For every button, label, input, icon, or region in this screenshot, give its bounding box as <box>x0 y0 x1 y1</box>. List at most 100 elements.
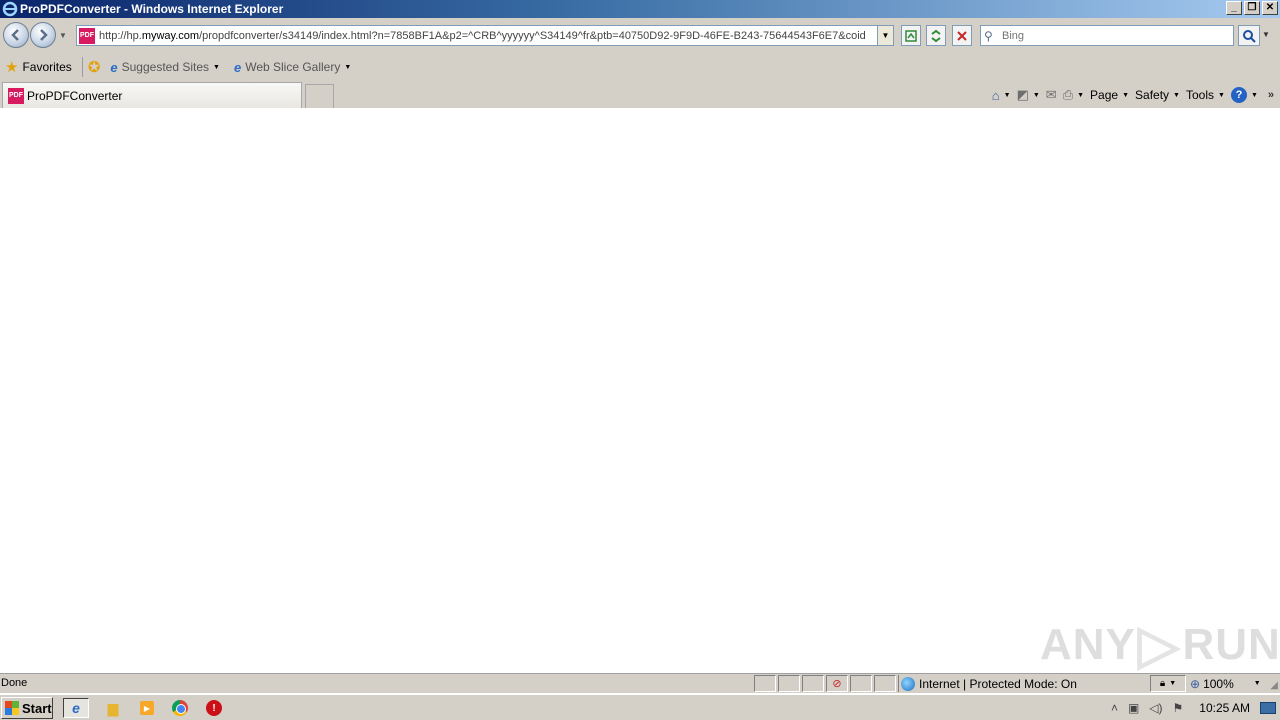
search-icon <box>1243 29 1256 43</box>
page-menu-label: Page <box>1090 88 1119 102</box>
address-dropdown-button[interactable]: ▼ <box>877 26 893 45</box>
tab-bar: PDF ProPDFConverter ⌂ ▼ ◩ ▼ ✉ ⎙ ▼ Page ▼ Saf… <box>0 82 1280 108</box>
chevron-down-icon: ▼ <box>1173 91 1180 99</box>
refresh-icon <box>931 29 941 42</box>
read-mail-button[interactable]: ✉ <box>1046 87 1057 103</box>
chevron-down-icon: ▼ <box>1169 680 1177 687</box>
status-cell <box>754 675 776 692</box>
search-input[interactable] <box>1002 26 1233 45</box>
favorites-label: Favorites <box>22 60 72 74</box>
taskbar: Start e ▆ ▶ ! ˄ ▣ ◁) ⚑ 10:25 AM <box>0 694 1280 720</box>
watermark-left-text: ANY <box>1040 619 1136 669</box>
taskbar-internet-explorer[interactable]: e <box>63 698 89 718</box>
taskbar-chrome[interactable] <box>167 698 193 718</box>
window-title: ProPDFConverter - Windows Internet Explo… <box>20 2 284 16</box>
web-slice-gallery-link[interactable]: e Web Slice Gallery ▼ <box>234 60 351 75</box>
status-cell <box>778 675 800 692</box>
forward-arrow-icon <box>40 29 48 41</box>
security-zone[interactable]: Internet | Protected Mode: On <box>898 675 1148 692</box>
chevron-down-icon: ▼ <box>344 63 352 71</box>
browser-chrome: ▼ PDF http://hp.myway.com/propdfconverte… <box>0 18 1280 108</box>
minimize-button[interactable]: _ <box>1226 1 1242 15</box>
favorites-bar: ★ Favorites ✪ e Suggested Sites ▼ e Web … <box>0 54 1280 80</box>
url-path: /propdfconverter/s34149/index.html?n=785… <box>199 29 866 42</box>
search-button[interactable] <box>1238 25 1260 46</box>
chrome-icon <box>172 700 188 716</box>
zoom-text: 100% <box>1203 676 1234 691</box>
taskbar-file-explorer[interactable]: ▆ <box>100 698 126 718</box>
watermark-play-icon: ▷ <box>1137 615 1181 675</box>
close-button[interactable]: ✕ <box>1262 1 1278 15</box>
more-commands-chevron-icon[interactable]: » <box>1268 89 1274 101</box>
suggested-sites-link[interactable]: e Suggested Sites ▼ <box>110 60 220 75</box>
status-cell <box>874 675 896 692</box>
page-menu[interactable]: Page ▼ <box>1090 88 1129 102</box>
back-button[interactable] <box>3 22 29 48</box>
print-button[interactable]: ⎙ ▼ <box>1063 87 1084 103</box>
rss-feed-icon: ◩ <box>1016 87 1029 102</box>
help-button[interactable]: ? ▼ <box>1230 87 1258 103</box>
recent-pages-dropdown[interactable]: ▼ <box>59 31 69 41</box>
action-center-flag-icon[interactable]: ⚑ <box>1173 701 1184 715</box>
tab-label: ProPDFConverter <box>27 88 123 103</box>
start-button[interactable]: Start <box>1 697 53 719</box>
compatibility-view-icon <box>905 29 917 42</box>
popup-blocker-icon[interactable]: ⊘ <box>826 675 848 692</box>
system-tray: ˄ ▣ ◁) ⚑ 10:25 AM <box>1111 697 1280 719</box>
volume-icon[interactable]: ◁) <box>1149 701 1162 715</box>
address-bar[interactable]: PDF http://hp.myway.com/propdfconverter/… <box>76 25 894 46</box>
search-options-dropdown[interactable]: ▼ <box>1262 30 1270 39</box>
protected-mode-button[interactable]: 🔒︎ ▼ <box>1150 675 1186 692</box>
tools-menu[interactable]: Tools ▼ <box>1186 88 1225 102</box>
windows-logo-icon <box>5 701 19 715</box>
feeds-button[interactable]: ◩ ▼ <box>1017 87 1040 103</box>
safety-menu[interactable]: Safety ▼ <box>1135 88 1180 102</box>
zone-text: Internet | Protected Mode: On <box>919 676 1077 691</box>
tab-propdfconverter[interactable]: PDF ProPDFConverter <box>2 82 302 108</box>
add-to-favorites-bar-icon[interactable]: ✪ <box>88 58 101 76</box>
taskbar-media-player[interactable]: ▶ <box>134 698 160 718</box>
page-content: ANY ▷ RUN <box>0 108 1280 675</box>
chevron-down-icon: ▼ <box>1218 91 1225 99</box>
start-label: Start <box>22 700 52 716</box>
window-controls: _ ❐ ✕ <box>1226 1 1278 15</box>
show-hidden-icons-icon[interactable]: ˄ <box>1111 701 1118 715</box>
ie-page-icon: e <box>233 59 242 75</box>
tools-menu-label: Tools <box>1185 88 1214 102</box>
restore-button[interactable]: ❐ <box>1244 1 1260 15</box>
show-desktop-icon[interactable] <box>1260 702 1276 714</box>
help-icon: ? <box>1230 87 1247 103</box>
status-text: Done <box>1 677 28 689</box>
mail-icon: ✉ <box>1045 87 1057 102</box>
title-bar: ProPDFConverter - Windows Internet Explo… <box>0 0 1280 18</box>
zoom-level-button[interactable]: ⊕ 100% ▼ <box>1190 675 1261 692</box>
chevron-down-icon: ▼ <box>1122 91 1130 99</box>
compatibility-view-button[interactable] <box>901 25 921 46</box>
navigation-bar: ▼ PDF http://hp.myway.com/propdfconverte… <box>0 18 1280 52</box>
internet-globe-icon <box>901 676 915 691</box>
favorites-star-icon: ★ <box>5 59 19 76</box>
home-icon: ⌂ <box>991 87 1000 103</box>
taskbar-opera[interactable]: ! <box>201 698 227 718</box>
site-favicon-icon: PDF <box>79 27 95 44</box>
resize-grip-icon[interactable]: ◢ <box>1270 680 1278 691</box>
media-player-icon: ▶ <box>140 701 154 715</box>
clock[interactable]: 10:25 AM <box>1199 701 1250 715</box>
refresh-button[interactable] <box>926 25 946 46</box>
forward-button[interactable] <box>30 22 56 48</box>
new-tab-button[interactable] <box>305 84 334 108</box>
web-slice-gallery-label: Web Slice Gallery <box>245 60 341 74</box>
suggested-sites-label: Suggested Sites <box>121 60 210 74</box>
watermark-right-text: RUN <box>1182 619 1280 669</box>
address-url[interactable]: http://hp.myway.com/propdfconverter/s341… <box>99 30 893 42</box>
chevron-down-icon: ▼ <box>1032 91 1040 99</box>
stop-icon <box>957 30 967 41</box>
stop-button[interactable] <box>952 25 972 46</box>
status-cell <box>850 675 872 692</box>
home-button[interactable]: ⌂ ▼ <box>992 88 1011 103</box>
network-icon[interactable]: ▣ <box>1128 701 1139 715</box>
status-cell <box>802 675 824 692</box>
favorites-button[interactable]: ★ Favorites <box>5 58 72 76</box>
ie-page-icon: e <box>110 59 118 75</box>
search-box: ⚲ <box>980 25 1234 46</box>
